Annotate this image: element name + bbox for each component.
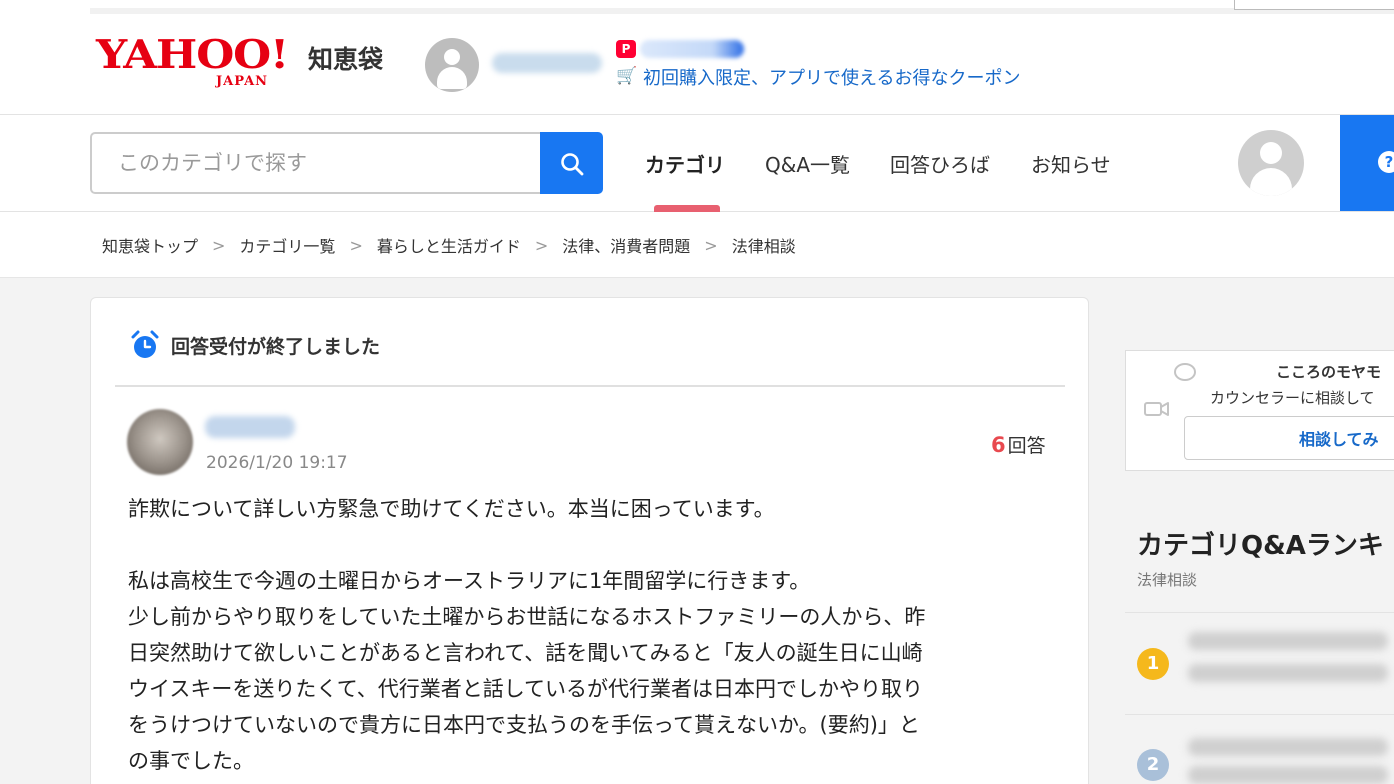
breadcrumb-separator-icon: >: [349, 235, 363, 255]
question-line: 少し前からやり取りをしていた土曜からお世話になるホストファミリーの人から、昨: [128, 605, 926, 629]
tab-answer-plaza[interactable]: 回答ひろば: [890, 149, 990, 178]
question-line: ウイスキーを送りたくて、代行業者と話しているが代行業者は日本円でしかやり取り: [128, 677, 924, 701]
question-line-blank: [128, 527, 1048, 563]
search-input[interactable]: [92, 134, 542, 192]
breadcrumb-item[interactable]: 知恵袋トップ: [102, 233, 198, 257]
browser-corner-tab: [1234, 0, 1394, 10]
user-name-redacted[interactable]: [492, 53, 602, 73]
closed-notice: 回答受付が終了しました: [129, 328, 380, 362]
ranking-title: カテゴリQ&Aランキ: [1137, 531, 1384, 561]
asker-avatar[interactable]: [127, 409, 193, 475]
active-tab-indicator: [654, 205, 720, 212]
header-top-strip: [90, 8, 1394, 14]
paypay-icon: P: [616, 40, 636, 58]
account-avatar[interactable]: [1238, 130, 1304, 196]
counseling-heading: こころのモヤモ: [1276, 363, 1382, 381]
logo-yahoo-text: YAHOO!: [96, 32, 289, 78]
tab-news[interactable]: お知らせ: [1031, 149, 1111, 178]
breadcrumb: 知恵袋トップ > カテゴリ一覧 > 暮らしと生活ガイド > 法律、消費者問題 >…: [102, 233, 796, 257]
breadcrumb-item[interactable]: 法律相談: [732, 233, 796, 257]
question-line: 詐欺について詳しい方緊急で助けてください。本当に困っています。: [128, 497, 775, 521]
breadcrumb-separator-icon: >: [212, 235, 226, 255]
ranking-item-redacted[interactable]: [1188, 766, 1388, 784]
ranking-category: 法律相談: [1137, 571, 1198, 589]
ranking-item-redacted[interactable]: [1188, 664, 1388, 682]
question-mark-icon: ?: [1378, 151, 1394, 173]
breadcrumb-item[interactable]: 法律、消費者問題: [562, 233, 690, 257]
points-balance-redacted[interactable]: [640, 40, 744, 58]
ranking-item-redacted[interactable]: [1188, 738, 1388, 756]
avatar-body-shape: [437, 67, 467, 89]
cart-icon: 🛒: [616, 66, 638, 86]
chat-bubble-icon: [1174, 363, 1196, 381]
ranking-divider: [1125, 612, 1394, 613]
question-line: 日突然助けて欲しいことがあると言われて、話を聞いてみると「友人の誕生日に山崎: [128, 641, 923, 665]
yahoo-chiebukuro-logo[interactable]: YAHOO! JAPAN 知恵袋: [96, 32, 383, 92]
question-line: 私は高校生で今週の土曜日からオーストラリアに1年間留学に行きます。: [128, 569, 811, 593]
answer-count-label: 回答: [1007, 435, 1046, 457]
breadcrumb-item[interactable]: 暮らしと生活ガイド: [377, 233, 521, 257]
counseling-button[interactable]: 相談してみ: [1184, 416, 1394, 460]
question-body: 詐欺について詳しい方緊急で助けてください。本当に困っています。 私は高校生で今週…: [128, 491, 1048, 779]
coupon-link[interactable]: 初回購入限定、アプリで使えるお得なクーポン: [643, 64, 1020, 90]
asker-name-redacted[interactable]: [205, 416, 295, 438]
rank-badge-1: 1: [1137, 648, 1169, 680]
site-header: YAHOO! JAPAN 知恵袋 P 🛒 初回購入限定、アプリで使えるお得なクー…: [0, 0, 1394, 115]
search-icon: [561, 153, 584, 176]
avatar-head-shape: [1260, 142, 1282, 164]
question-line: の事でした。: [128, 749, 254, 773]
alarm-clock-icon: [131, 330, 159, 358]
post-date: 2026/1/20 19:17: [206, 453, 348, 473]
breadcrumb-separator-icon: >: [704, 235, 718, 255]
counseling-card: こころのモヤモ カウンセラーに相談して 相談してみ: [1125, 350, 1394, 471]
ranking-divider: [1125, 714, 1394, 715]
search-box: [90, 132, 542, 194]
rank-badge-2: 2: [1137, 749, 1169, 781]
logo-japan-text: JAPAN: [216, 74, 269, 89]
ranking-item-redacted[interactable]: [1188, 632, 1388, 650]
ask-question-button[interactable]: ?: [1340, 115, 1394, 211]
breadcrumb-item[interactable]: カテゴリ一覧: [239, 233, 335, 257]
counseling-subtext: カウンセラーに相談して: [1210, 389, 1375, 407]
avatar-body-shape: [1250, 168, 1292, 196]
question-card: 回答受付が終了しました 2026/1/20 19:17 6 回答 詐欺について詳し…: [90, 297, 1089, 784]
question-line: をうけつけていないので貴方に日本円で支払うのを手伝って貰えないか。(要約)」と: [128, 713, 920, 737]
avatar-head-shape: [444, 49, 460, 65]
answer-count-number: 6: [991, 433, 1006, 457]
answer-count[interactable]: 6 回答: [991, 431, 1046, 458]
breadcrumb-separator-icon: >: [534, 235, 549, 255]
closed-notice-text: 回答受付が終了しました: [171, 335, 381, 358]
breadcrumb-bar: 知恵袋トップ > カテゴリ一覧 > 暮らしと生活ガイド > 法律、消費者問題 >…: [0, 212, 1394, 278]
search-button[interactable]: [540, 132, 603, 194]
user-avatar[interactable]: [425, 38, 479, 92]
video-camera-icon: [1144, 402, 1169, 416]
tab-qa-list[interactable]: Q&A一覧: [765, 149, 850, 178]
nav-bar: カテゴリ Q&A一覧 回答ひろば お知らせ ?: [0, 115, 1394, 212]
logo-service-name: 知恵袋: [308, 45, 384, 74]
card-divider: [115, 385, 1065, 387]
tab-category[interactable]: カテゴリ: [645, 149, 725, 178]
